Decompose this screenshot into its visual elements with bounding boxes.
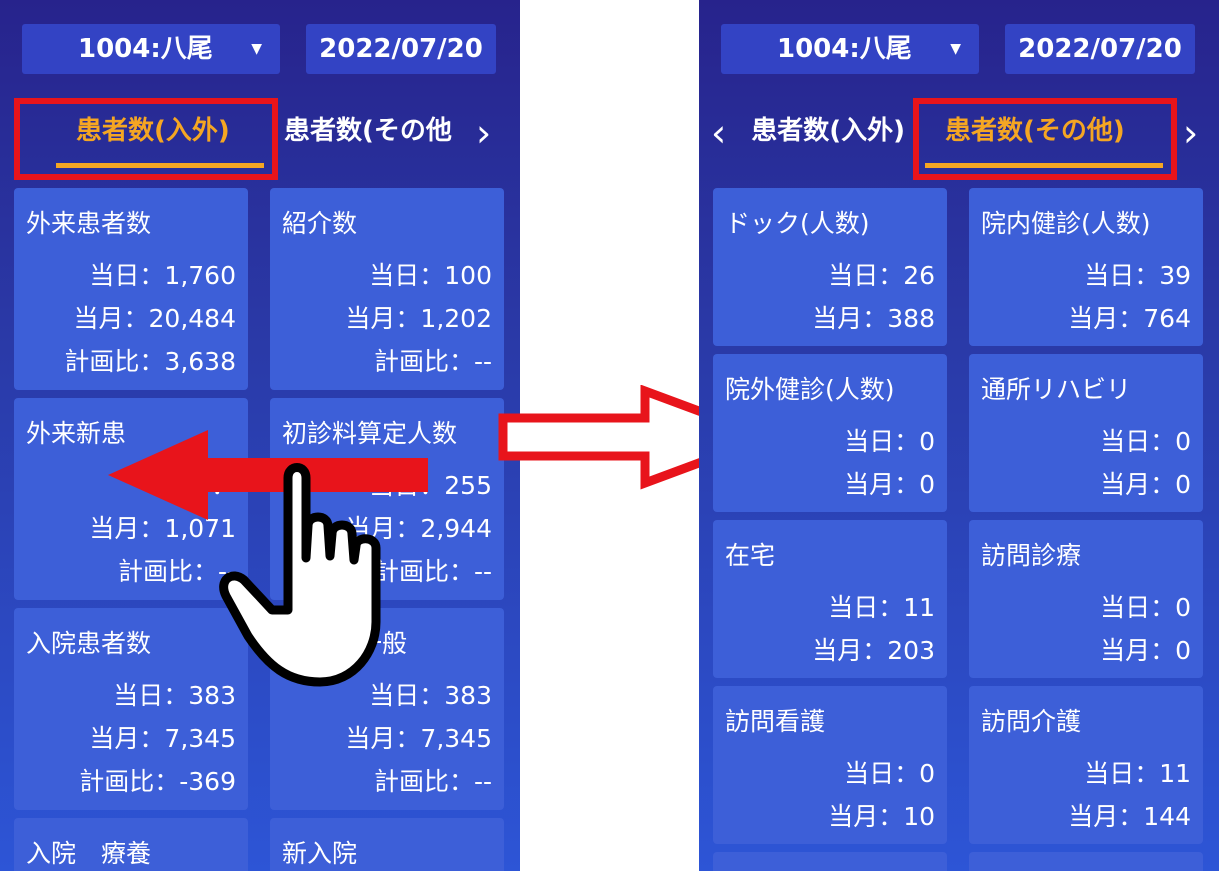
card-title: 訪問看護	[725, 707, 826, 736]
stat-card[interactable]: 訪問診療 当日：0 当月：0	[969, 520, 1203, 678]
facility-label: 1004:八尾	[78, 34, 213, 64]
card-title: 訪問介護	[981, 707, 1082, 736]
card-title: 外来患者数	[26, 209, 152, 238]
tab-patients-other[interactable]: 患者数(その他	[284, 98, 466, 180]
stat-card[interactable]: 在宅 当日：11 当月：203	[713, 520, 947, 678]
card-value-today: 当日：	[160, 471, 236, 500]
card-value-plan: 計画比：-369	[79, 767, 236, 796]
card-value-today: 当日：383	[113, 681, 236, 710]
stat-card[interactable]: 外来患者数 当日：1,760 当月：20,484 計画比：3,638	[14, 188, 248, 390]
right-screen: 1004:八尾 ▼ 2022/07/20 ‹ 患者数(入外) 患者数(その他) …	[699, 0, 1219, 871]
card-value-today: 当日：255	[369, 471, 492, 500]
facility-dropdown[interactable]: 1004:八尾 ▼	[22, 24, 280, 74]
card-title: 院内健診(人数)	[981, 209, 1151, 238]
stat-card[interactable]	[713, 852, 947, 871]
card-value-today: 当日：0	[1100, 593, 1191, 622]
card-title: 通所リハビリ	[981, 375, 1132, 404]
card-title: 初診料算定人数	[282, 419, 458, 448]
card-value-month: 当月：2,944	[345, 514, 492, 543]
tab-bar: ‹ 患者数(入外) 患者数(その他) ›	[699, 98, 1219, 180]
stat-card[interactable]: 入院 一般 当日：383 当月：7,345 計画比：--	[270, 608, 504, 810]
date-field[interactable]: 2022/07/20	[306, 24, 496, 74]
stat-card[interactable]: 入院患者数 当日：383 当月：7,345 計画比：-369	[14, 608, 248, 810]
card-value-plan: 計画比：3,638	[64, 347, 236, 376]
card-title: 新入院	[282, 839, 358, 868]
card-value-month: 当月：1,071	[89, 514, 236, 543]
card-title: 入院 療養	[26, 839, 152, 868]
card-value-today: 当日：100	[369, 261, 492, 290]
card-value-month: 当月：0	[844, 470, 935, 499]
card-title: 外来新患	[26, 419, 127, 448]
card-value-month: 当月：7,345	[345, 724, 492, 753]
card-value-today: 当日：11	[828, 593, 935, 622]
card-title: 紹介数	[282, 209, 358, 238]
card-value-today: 当日：1,760	[89, 261, 236, 290]
card-value-today: 当日：383	[369, 681, 492, 710]
card-value-plan: 計画比：--	[373, 767, 492, 796]
chevron-right-icon[interactable]: ›	[476, 98, 491, 180]
card-title: 訪問診療	[981, 541, 1082, 570]
card-value-month: 当月：0	[1100, 470, 1191, 499]
caret-down-icon: ▼	[251, 41, 262, 57]
card-value-month: 当月：144	[1068, 802, 1191, 831]
card-value-month: 当月：764	[1068, 304, 1191, 333]
card-value-month: 当月：1,202	[345, 304, 492, 333]
card-value-month: 当月：7,345	[89, 724, 236, 753]
date-field[interactable]: 2022/07/20	[1005, 24, 1195, 74]
stat-card[interactable]: 新入院	[270, 818, 504, 871]
active-tab-highlight	[14, 98, 278, 180]
card-value-today: 当日：39	[1084, 261, 1191, 290]
tab-patients-in-out[interactable]: 患者数(入外)	[739, 98, 905, 180]
stat-card[interactable]: 紹介数 当日：100 当月：1,202 計画比：--	[270, 188, 504, 390]
card-value-plan: 計画比：--	[117, 557, 236, 586]
card-value-month: 当月：10	[828, 802, 935, 831]
active-tab-highlight	[913, 98, 1177, 180]
tab-label: 患者数(その他	[284, 116, 452, 146]
stat-card[interactable]	[969, 852, 1203, 871]
caret-down-icon: ▼	[950, 41, 961, 57]
card-value-month: 当月：388	[812, 304, 935, 333]
card-value-month: 当月：0	[1100, 636, 1191, 665]
top-bar: 1004:八尾 ▼ 2022/07/20	[0, 24, 520, 74]
card-value-today: 当日：0	[1100, 427, 1191, 456]
card-title: 在宅	[725, 541, 776, 570]
facility-dropdown[interactable]: 1004:八尾 ▼	[721, 24, 979, 74]
card-value-month: 当月：20,484	[73, 304, 236, 333]
card-value-today: 当日：11	[1084, 759, 1191, 788]
stat-card[interactable]: 外来新患 当日： 当月：1,071 計画比：--	[14, 398, 248, 600]
card-title: 入院 一般	[282, 629, 408, 658]
card-title: 院外健診(人数)	[725, 375, 895, 404]
card-value-today: 当日：0	[844, 759, 935, 788]
card-value-plan: 計画比：--	[373, 557, 492, 586]
top-bar: 1004:八尾 ▼ 2022/07/20	[699, 24, 1219, 74]
chevron-left-icon[interactable]: ‹	[711, 98, 726, 180]
stat-card[interactable]: 訪問介護 当日：11 当月：144	[969, 686, 1203, 844]
card-value-today: 当日：0	[844, 427, 935, 456]
stat-card[interactable]: 入院 療養	[14, 818, 248, 871]
stat-card[interactable]: 院内健診(人数) 当日：39 当月：764	[969, 188, 1203, 346]
facility-label: 1004:八尾	[777, 34, 912, 64]
card-title: ドック(人数)	[725, 209, 870, 238]
stat-card[interactable]: 訪問看護 当日：0 当月：10	[713, 686, 947, 844]
card-value-today: 当日：26	[828, 261, 935, 290]
card-title: 入院患者数	[26, 629, 152, 658]
tab-label: 患者数(入外)	[751, 116, 905, 146]
card-value-plan: 計画比：--	[373, 347, 492, 376]
tab-bar: 患者数(入外) 患者数(その他 ›	[0, 98, 520, 180]
card-value-month: 当月：203	[812, 636, 935, 665]
stat-card[interactable]: 通所リハビリ 当日：0 当月：0	[969, 354, 1203, 512]
stat-card[interactable]: 初診料算定人数 当日：255 当月：2,944 計画比：--	[270, 398, 504, 600]
chevron-right-icon[interactable]: ›	[1183, 98, 1198, 180]
left-screen: 1004:八尾 ▼ 2022/07/20 患者数(入外) 患者数(その他 › 外…	[0, 0, 520, 871]
stat-card[interactable]: ドック(人数) 当日：26 当月：388	[713, 188, 947, 346]
stat-card[interactable]: 院外健診(人数) 当日：0 当月：0	[713, 354, 947, 512]
